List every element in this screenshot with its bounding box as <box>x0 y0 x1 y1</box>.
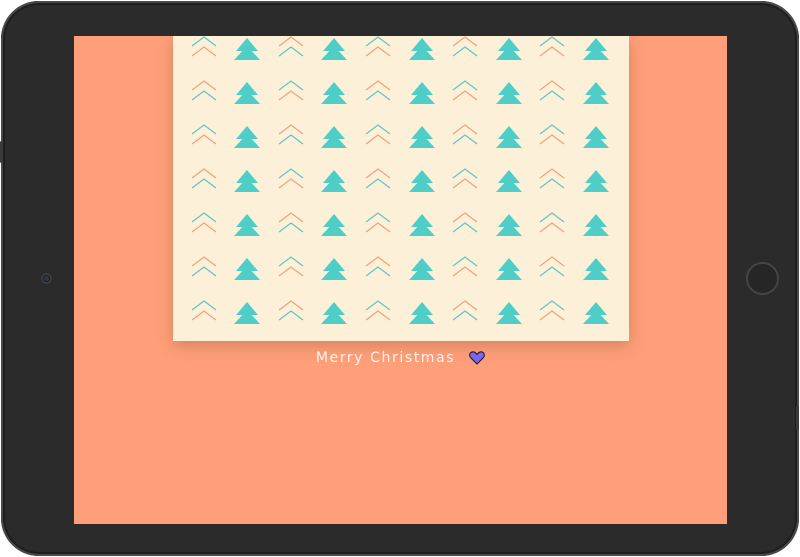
purple-heart-icon <box>469 351 486 365</box>
christmas-card <box>173 36 629 341</box>
tablet-screen: Merry Christmas <box>74 36 727 524</box>
heart-shape <box>469 351 486 365</box>
home-button[interactable] <box>746 262 779 295</box>
volume-button <box>0 141 3 163</box>
tablet-device-frame: Merry Christmas <box>0 1 799 556</box>
front-camera-icon <box>41 273 52 284</box>
power-button <box>796 406 799 430</box>
merry-christmas-text: Merry Christmas <box>315 350 456 366</box>
caption: Merry Christmas <box>74 350 727 366</box>
christmas-tree-pattern <box>173 36 629 341</box>
